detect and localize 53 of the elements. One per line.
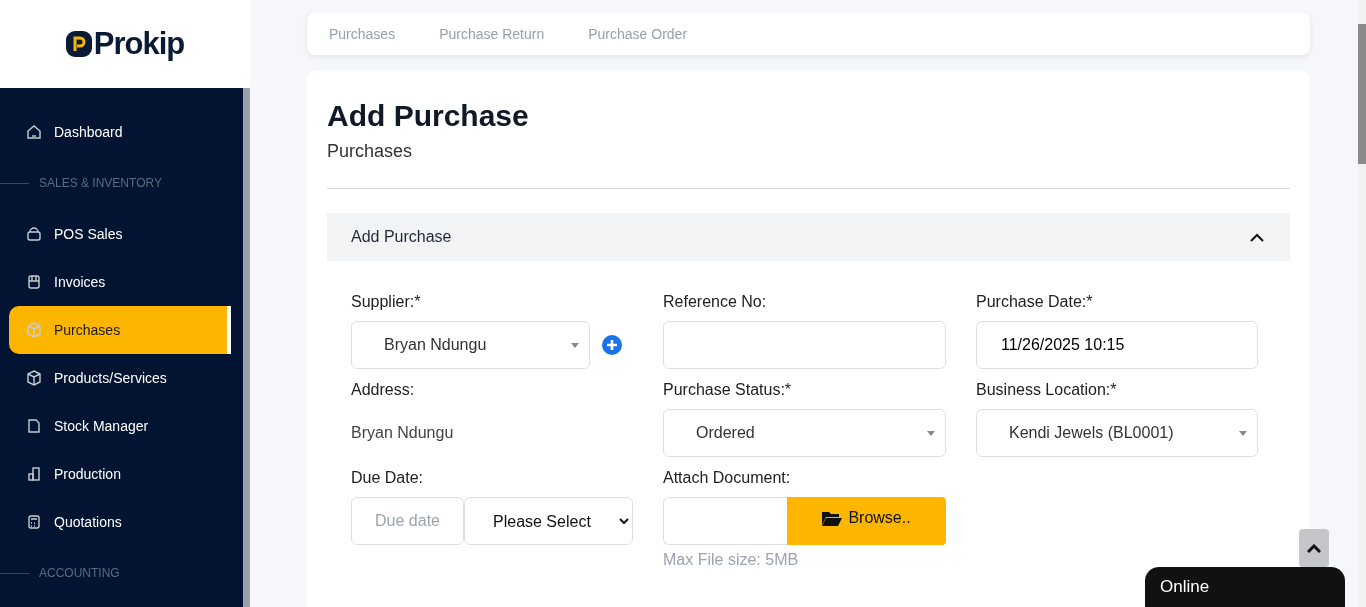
due-date-input[interactable]: Due date bbox=[351, 497, 464, 545]
panel-title: Add Purchase bbox=[351, 228, 452, 246]
field-label: Reference No: bbox=[663, 293, 768, 311]
browse-button[interactable]: Browse.. bbox=[787, 497, 946, 545]
note-icon bbox=[26, 418, 42, 434]
field-label: Purchase Date:* bbox=[976, 293, 1094, 311]
sidebar-item[interactable]: Invoices bbox=[9, 258, 231, 306]
panel-header[interactable]: Add Purchase bbox=[327, 213, 1290, 261]
sidebar-item[interactable]: Purchases bbox=[9, 306, 231, 354]
sidebar-item[interactable]: Products/Services bbox=[9, 354, 231, 402]
field-label: Due Date: bbox=[351, 469, 425, 487]
date-input[interactable]: 11/26/2025 10:15 bbox=[976, 321, 1258, 369]
status-select[interactable]: Ordered bbox=[663, 409, 946, 457]
sidebar-item[interactable]: Stock Manager bbox=[9, 402, 231, 450]
calculator-icon bbox=[26, 514, 42, 530]
caret-icon bbox=[927, 430, 935, 436]
logo-text: Prokip bbox=[93, 26, 185, 62]
page-title: Add Purchase bbox=[327, 99, 530, 133]
home-icon bbox=[26, 124, 42, 140]
logo-icon bbox=[65, 31, 92, 57]
reference-input[interactable] bbox=[663, 321, 946, 369]
building-icon bbox=[26, 466, 42, 482]
field-label: Purchase Status:* bbox=[663, 381, 793, 399]
bag-icon bbox=[26, 226, 42, 242]
address-text: Bryan Ndungu bbox=[351, 423, 454, 443]
period-select[interactable]: Please Select bbox=[464, 497, 633, 545]
add-icon[interactable] bbox=[602, 335, 622, 355]
sidebar-item[interactable]: Dashboard bbox=[9, 108, 231, 156]
supplier-select[interactable]: Bryan Ndungu bbox=[351, 321, 590, 369]
field-label: Supplier:* bbox=[351, 293, 422, 311]
sidebar-item[interactable]: POS Sales bbox=[9, 210, 231, 258]
folder-icon bbox=[822, 509, 843, 526]
chevron-up-icon[interactable] bbox=[1250, 232, 1264, 242]
chat-widget[interactable]: Online bbox=[1145, 567, 1345, 607]
location-select[interactable]: Kendi Jewels (BL0001) bbox=[976, 409, 1258, 457]
chat-status: Online bbox=[1160, 577, 1210, 597]
box-icon bbox=[26, 322, 42, 338]
page-subtitle: Purchases bbox=[327, 141, 413, 161]
scroll-top-button[interactable] bbox=[1299, 529, 1329, 567]
section-heading: ACCOUNTING bbox=[39, 566, 120, 580]
caret-icon bbox=[571, 342, 579, 348]
box-icon bbox=[26, 370, 42, 386]
field-label: Address: bbox=[351, 381, 416, 399]
chevron-up-icon bbox=[1307, 543, 1321, 553]
file-size-hint: Max File size: 5MB bbox=[663, 551, 800, 569]
field-label: Attach Document: bbox=[663, 469, 792, 487]
scrollbar-thumb[interactable] bbox=[1358, 24, 1366, 164]
section-heading: SALES & INVENTORY bbox=[39, 176, 162, 190]
sidebar-item[interactable]: Production bbox=[9, 450, 231, 498]
caret-icon bbox=[1239, 430, 1247, 436]
store-icon bbox=[26, 274, 42, 290]
sidebar-item[interactable]: Quotations bbox=[9, 498, 231, 546]
field-label: Business Location:* bbox=[976, 381, 1118, 399]
